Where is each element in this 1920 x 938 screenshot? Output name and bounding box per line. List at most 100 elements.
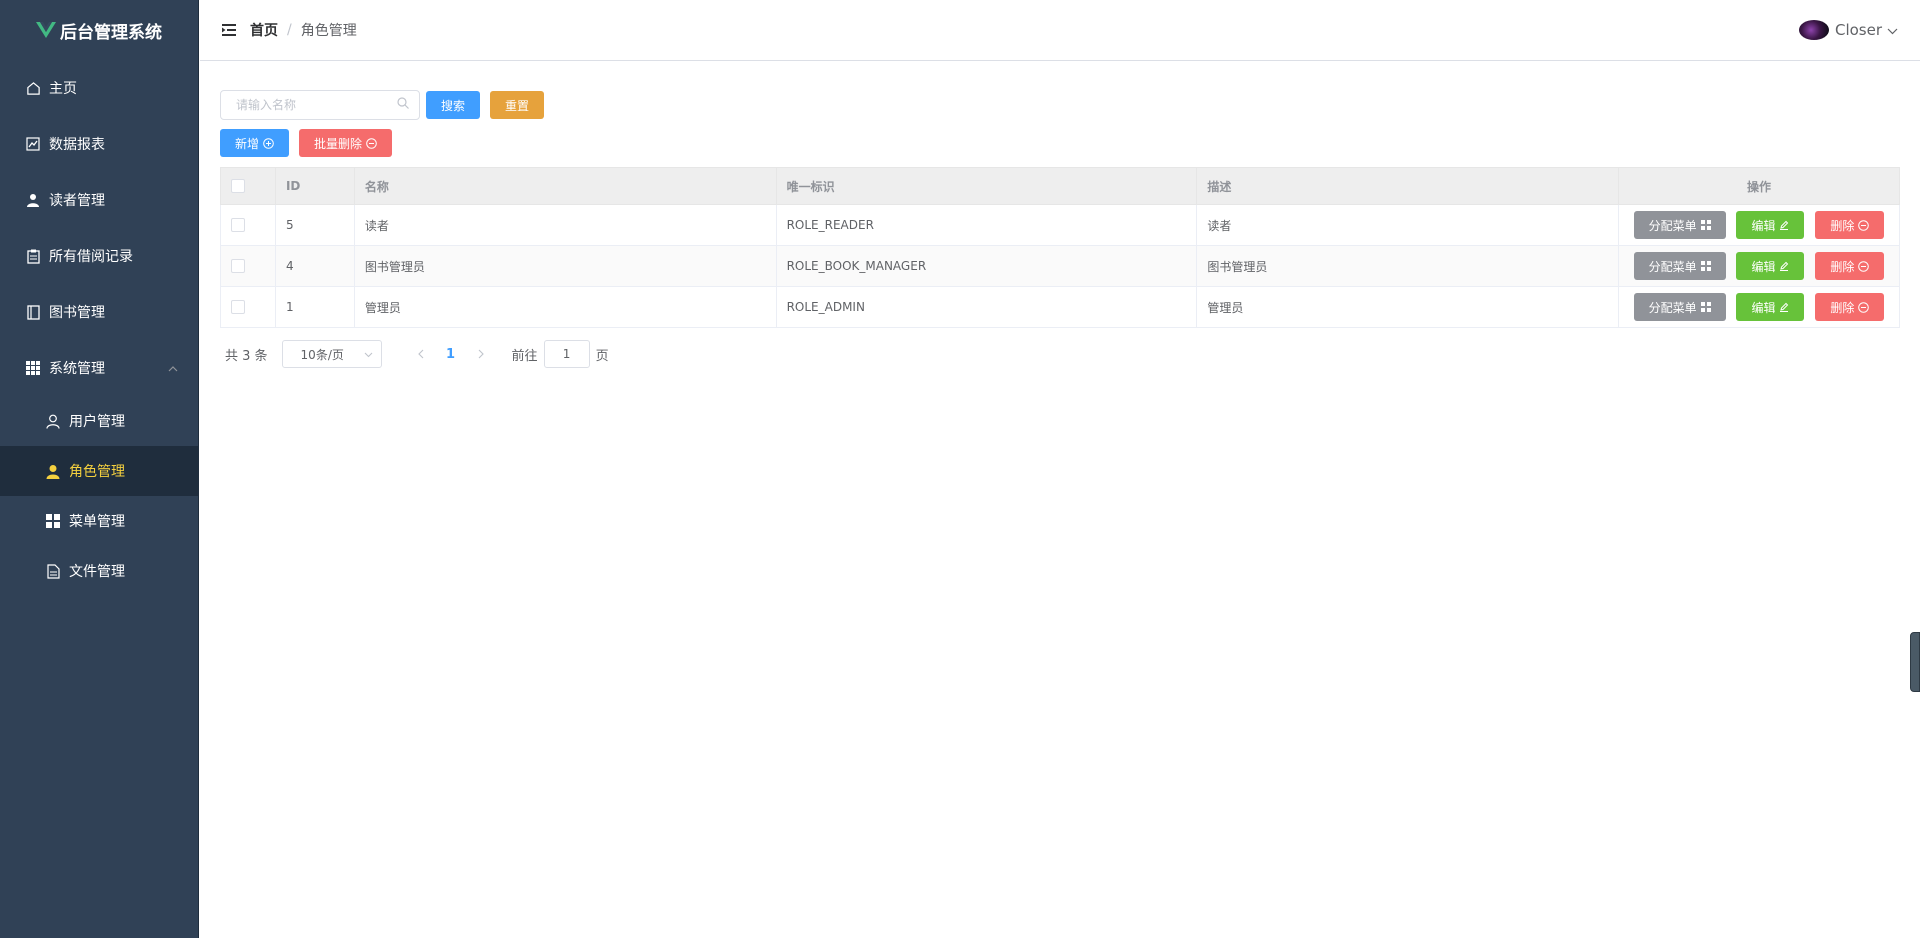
menu-grid-icon [1700, 302, 1711, 312]
chart-icon [25, 136, 41, 152]
row-select-cell [220, 286, 276, 328]
column-header[interactable]: 唯一标识 [775, 167, 1198, 205]
minus-circle-icon [1858, 219, 1870, 231]
sidebar: 后台管理系统 主页 数据报表 读者管理 所有借阅记录 图书管理 系统管理 用户管… [0, 0, 199, 938]
sidebar-item-borrow-records[interactable]: 所有借阅记录 [0, 228, 198, 284]
sidebar-item-system[interactable]: 系统管理 [0, 340, 198, 396]
breadcrumb: 首页 / 角色管理 [250, 20, 357, 40]
sidebar-item-label: 图书管理 [49, 305, 105, 321]
pagination-total: 共 3 条 [225, 348, 268, 364]
sidebar-item-books[interactable]: 图书管理 [0, 284, 198, 340]
row-select-cell [220, 204, 276, 246]
edit-pencil-icon [1779, 220, 1789, 230]
row-checkbox[interactable] [231, 259, 245, 274]
app-title: 后台管理系统 [60, 22, 162, 43]
minus-circle-icon [1858, 260, 1870, 272]
batch-delete-button[interactable]: 批量删除 [299, 129, 393, 157]
sidebar-item-reports[interactable]: 数据报表 [0, 116, 198, 172]
submenu-item-users[interactable]: 用户管理 [0, 396, 198, 446]
sidebar-item-label: 用户管理 [69, 414, 125, 430]
delete-button[interactable]: 删除 [1815, 293, 1885, 321]
chevron-right-icon [478, 349, 484, 359]
pagination: 共 3 条 10条/页 1 前往 1 页 [220, 340, 1900, 368]
search-button[interactable]: 搜索 [426, 91, 481, 119]
chevron-left-icon [417, 349, 423, 359]
assign-menu-button[interactable]: 分配菜单 [1633, 252, 1726, 280]
collapse-menu-icon[interactable] [222, 24, 236, 36]
chevron-up-icon [168, 360, 178, 376]
delete-label: 删除 [1830, 259, 1855, 274]
search-box[interactable] [220, 90, 420, 120]
prev-page-button[interactable] [406, 349, 436, 359]
assign-menu-button[interactable]: 分配菜单 [1633, 293, 1726, 321]
chevron-down-icon [364, 347, 373, 361]
sidebar-item-label: 读者管理 [49, 193, 105, 209]
avatar[interactable] [1798, 20, 1829, 40]
clipboard-icon [25, 248, 41, 264]
edit-pencil-icon [1779, 261, 1789, 271]
sidebar-item-label: 主页 [49, 81, 77, 97]
delete-label: 删除 [1830, 218, 1855, 233]
minus-circle-icon [366, 137, 377, 149]
assign-menu-button[interactable]: 分配菜单 [1633, 211, 1726, 239]
search-input[interactable] [236, 98, 397, 112]
delete-button[interactable]: 删除 [1815, 211, 1885, 239]
next-page-button[interactable] [466, 349, 496, 359]
cell-id: 1 [274, 286, 355, 328]
row-checkbox[interactable] [231, 218, 245, 233]
sidebar-item-home[interactable]: 主页 [0, 60, 198, 116]
column-header[interactable]: 名称 [353, 167, 777, 205]
table-row: 1 管理员 ROLE_ADMIN 管理员 分配菜单 编辑 删除 [220, 286, 1901, 328]
column-header[interactable]: 描述 [1196, 167, 1619, 205]
add-button[interactable]: 新增 [220, 129, 290, 157]
system-submenu: 用户管理 角色管理 菜单管理 文件管理 [0, 396, 198, 596]
side-panel-handle[interactable] [1910, 632, 1920, 692]
batch-delete-label: 批量删除 [314, 136, 363, 151]
submenu-item-roles[interactable]: 角色管理 [0, 446, 198, 496]
notebook-icon [25, 304, 41, 320]
search-icon[interactable] [397, 97, 409, 113]
submenu-item-files[interactable]: 文件管理 [0, 546, 198, 596]
edit-label: 编辑 [1751, 218, 1776, 233]
sidebar-item-label: 系统管理 [49, 361, 105, 377]
edit-button[interactable]: 编辑 [1736, 211, 1805, 239]
top-header: 首页 / 角色管理 Closer [200, 0, 1920, 61]
menu-grid-icon [1700, 261, 1711, 271]
username[interactable]: Closer [1835, 21, 1882, 39]
submenu-item-menus[interactable]: 菜单管理 [0, 496, 198, 546]
edit-label: 编辑 [1751, 300, 1776, 315]
assign-menu-label: 分配菜单 [1648, 218, 1697, 233]
action-toolbar: 新增 批量删除 [220, 129, 1900, 157]
chevron-down-icon[interactable] [1887, 21, 1898, 39]
edit-pencil-icon [1779, 302, 1789, 312]
assign-menu-label: 分配菜单 [1648, 259, 1697, 274]
page-size-select[interactable]: 10条/页 [281, 340, 382, 368]
vue-logo-icon [36, 22, 56, 38]
column-header[interactable]: ID [274, 167, 355, 205]
edit-button[interactable]: 编辑 [1736, 293, 1805, 321]
reset-button[interactable]: 重置 [490, 91, 545, 119]
sidebar-item-readers[interactable]: 读者管理 [0, 172, 198, 228]
delete-button[interactable]: 删除 [1815, 252, 1885, 280]
user-dropdown[interactable]: Closer [1798, 0, 1898, 60]
cell-id: 4 [274, 245, 355, 287]
user-solid-icon [45, 463, 61, 479]
menu-grid-icon [1700, 220, 1711, 230]
row-checkbox[interactable] [231, 300, 245, 315]
cell-flag: ROLE_READER [775, 204, 1198, 246]
search-toolbar: 搜索 重置 [220, 90, 1900, 120]
goto-prefix: 前往 [511, 348, 538, 364]
goto-page-input[interactable]: 1 [543, 340, 590, 368]
breadcrumb-home[interactable]: 首页 [250, 20, 278, 40]
goto-suffix: 页 [595, 348, 609, 364]
page-number-active[interactable]: 1 [436, 347, 466, 362]
select-all-checkbox[interactable] [231, 179, 245, 194]
document-icon [45, 563, 61, 579]
table-header-row: ID 名称 唯一标识 描述 操作 [220, 167, 1901, 205]
edit-button[interactable]: 编辑 [1736, 252, 1805, 280]
cell-flag: ROLE_ADMIN [775, 286, 1198, 328]
cell-name: 读者 [353, 204, 777, 246]
column-header: 操作 [1617, 167, 1901, 205]
app-logo[interactable]: 后台管理系统 [0, 0, 198, 60]
menu-grid-icon [45, 513, 61, 529]
